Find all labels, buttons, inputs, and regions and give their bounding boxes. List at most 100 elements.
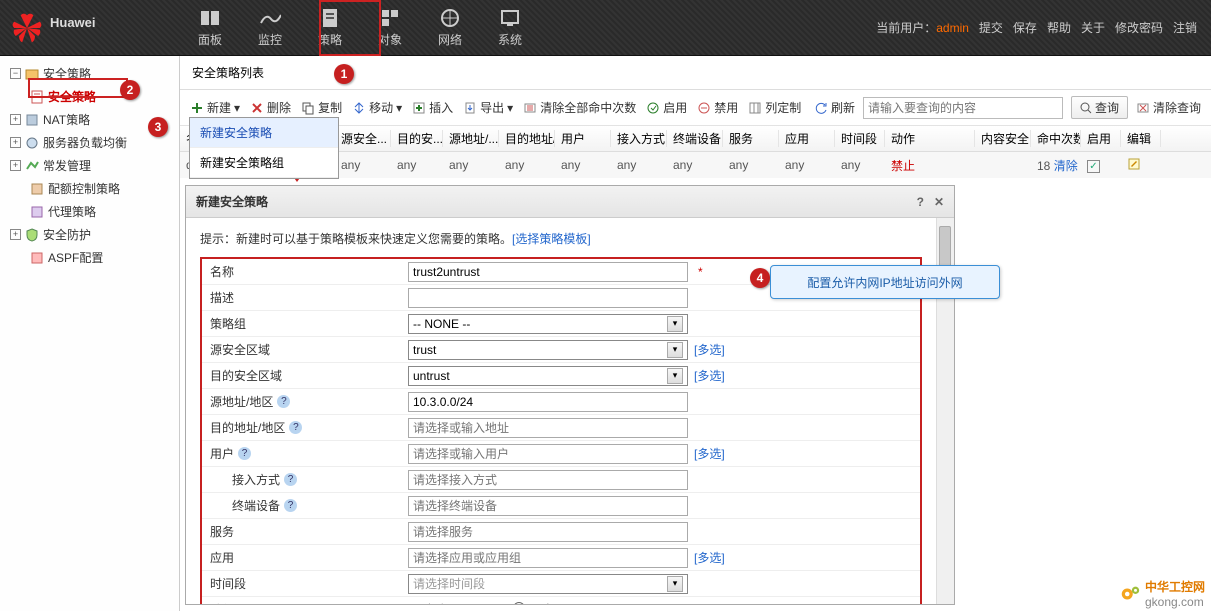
help-icon[interactable]: ?: [238, 447, 251, 460]
radio-deny[interactable]: 禁止: [513, 601, 553, 604]
col-hits[interactable]: 命中次数: [1031, 130, 1081, 147]
user-input[interactable]: [408, 444, 688, 464]
dashboard-icon: [199, 7, 221, 29]
nav-object[interactable]: 对象: [360, 0, 420, 56]
access-input[interactable]: [408, 470, 688, 490]
expand-icon[interactable]: +: [10, 114, 21, 125]
edit-icon[interactable]: [1127, 157, 1141, 171]
sidebar-security-policy[interactable]: 安全策略: [8, 85, 171, 108]
srcaddr-input[interactable]: [408, 392, 688, 412]
nav-policy[interactable]: 策略: [300, 0, 360, 56]
sidebar-slb[interactable]: +服务器负载均衡: [8, 131, 171, 154]
link-help[interactable]: 帮助: [1047, 19, 1071, 36]
query-button[interactable]: 查询: [1071, 96, 1128, 119]
clear-query-icon: [1136, 101, 1150, 115]
step-marker-2: 2: [120, 80, 140, 100]
group-select[interactable]: -- NONE --▾: [408, 314, 688, 334]
columns-button[interactable]: 列定制: [748, 99, 801, 116]
col-srczone[interactable]: 源安全...: [335, 130, 391, 147]
app-input[interactable]: [408, 548, 688, 568]
enabled-checkbox[interactable]: ✓: [1087, 160, 1100, 173]
sidebar-nat-policy[interactable]: +NAT策略: [8, 108, 171, 131]
new-button[interactable]: 新建▾: [190, 99, 240, 116]
col-app[interactable]: 应用: [779, 130, 835, 147]
terminal-input[interactable]: [408, 496, 688, 516]
link-save[interactable]: 保存: [1013, 19, 1037, 36]
radio-allow[interactable]: 允许: [408, 601, 448, 604]
nav-dashboard[interactable]: 面板: [180, 0, 240, 56]
sidebar-proxy[interactable]: 代理策略: [8, 200, 171, 223]
clear-hits-button[interactable]: 清除全部命中次数: [523, 99, 636, 116]
expand-icon[interactable]: +: [10, 137, 21, 148]
disable-button[interactable]: 禁用: [697, 99, 738, 116]
help-icon[interactable]: ?: [284, 499, 297, 512]
sidebar-quota[interactable]: 配额控制策略: [8, 177, 171, 200]
multi-link[interactable]: [多选]: [694, 549, 725, 566]
link-about[interactable]: 关于: [1081, 19, 1105, 36]
label-access: 接入方式?: [202, 468, 402, 491]
expand-icon[interactable]: +: [10, 160, 21, 171]
dstzone-select[interactable]: untrust▾: [408, 366, 688, 386]
nav-monitor[interactable]: 监控: [240, 0, 300, 56]
col-user[interactable]: 用户: [555, 130, 611, 147]
move-button[interactable]: 移动▾: [352, 99, 402, 116]
expand-icon[interactable]: +: [10, 229, 21, 240]
shield-icon: [25, 228, 39, 242]
col-dstzone[interactable]: 目的安...: [391, 130, 443, 147]
help-icon[interactable]: ?: [277, 395, 290, 408]
service-input[interactable]: [408, 522, 688, 542]
dstaddr-input[interactable]: [408, 418, 688, 438]
dd-new-policy[interactable]: 新建安全策略: [190, 118, 338, 148]
help-icon[interactable]: ?: [284, 473, 297, 486]
label-group: 策略组: [202, 312, 402, 335]
multi-link[interactable]: [多选]: [694, 341, 725, 358]
collapse-icon[interactable]: −: [10, 68, 21, 79]
template-link[interactable]: [选择策略模板]: [512, 232, 591, 246]
nav-network[interactable]: 网络: [420, 0, 480, 56]
dd-new-policy-group[interactable]: 新建安全策略组: [190, 148, 338, 178]
desc-input[interactable]: [408, 288, 688, 308]
sidebar-bandwidth[interactable]: +常发管理: [8, 154, 171, 177]
clear-icon: [523, 101, 537, 115]
sidebar-aspf[interactable]: ASPF配置: [8, 246, 171, 269]
delete-button[interactable]: 删除: [250, 99, 291, 116]
close-icon[interactable]: ✕: [934, 195, 944, 209]
clear-query-button[interactable]: 清除查询: [1136, 99, 1201, 116]
srczone-select[interactable]: trust▾: [408, 340, 688, 360]
search-input[interactable]: [863, 97, 1063, 119]
link-submit[interactable]: 提交: [979, 19, 1003, 36]
help-icon[interactable]: ?: [917, 195, 924, 209]
col-content[interactable]: 内容安全: [975, 130, 1031, 147]
chevron-down-icon: ▾: [667, 576, 683, 592]
insert-icon: [412, 101, 426, 115]
col-access[interactable]: 接入方式: [611, 130, 667, 147]
sidebar-security-defense[interactable]: +安全防护: [8, 223, 171, 246]
object-icon: [379, 7, 401, 29]
insert-button[interactable]: 插入: [412, 99, 453, 116]
col-service[interactable]: 服务: [723, 130, 779, 147]
col-enable[interactable]: 启用: [1081, 130, 1121, 147]
link-logout[interactable]: 注销: [1173, 19, 1197, 36]
col-edit[interactable]: 编辑: [1121, 130, 1161, 147]
col-dstaddr[interactable]: 目的地址/...: [499, 130, 555, 147]
proxy-icon: [30, 205, 44, 219]
multi-link[interactable]: [多选]: [694, 445, 725, 462]
col-action[interactable]: 动作: [885, 130, 975, 147]
col-time[interactable]: 时间段: [835, 130, 885, 147]
time-select[interactable]: 请选择时间段▾: [408, 574, 688, 594]
col-terminal[interactable]: 终端设备: [667, 130, 723, 147]
search-icon: [1080, 102, 1092, 114]
multi-link[interactable]: [多选]: [694, 367, 725, 384]
clear-hit-link[interactable]: 清除: [1054, 159, 1078, 173]
help-icon[interactable]: ?: [289, 421, 302, 434]
name-input[interactable]: [408, 262, 688, 282]
col-srcaddr[interactable]: 源地址/...: [443, 130, 499, 147]
dialog-hint: 提示：新建时可以基于策略模板来快速定义您需要的策略。[选择策略模板]: [200, 226, 922, 251]
export-button[interactable]: 导出▾: [463, 99, 513, 116]
link-changepwd[interactable]: 修改密码: [1115, 19, 1163, 36]
enable-button[interactable]: 启用: [646, 99, 687, 116]
refresh-button[interactable]: 刷新: [814, 99, 855, 116]
nav-system[interactable]: 系统: [480, 0, 540, 56]
sidebar-security-policy-root[interactable]: −安全策略: [8, 62, 171, 85]
copy-button[interactable]: 复制: [301, 99, 342, 116]
